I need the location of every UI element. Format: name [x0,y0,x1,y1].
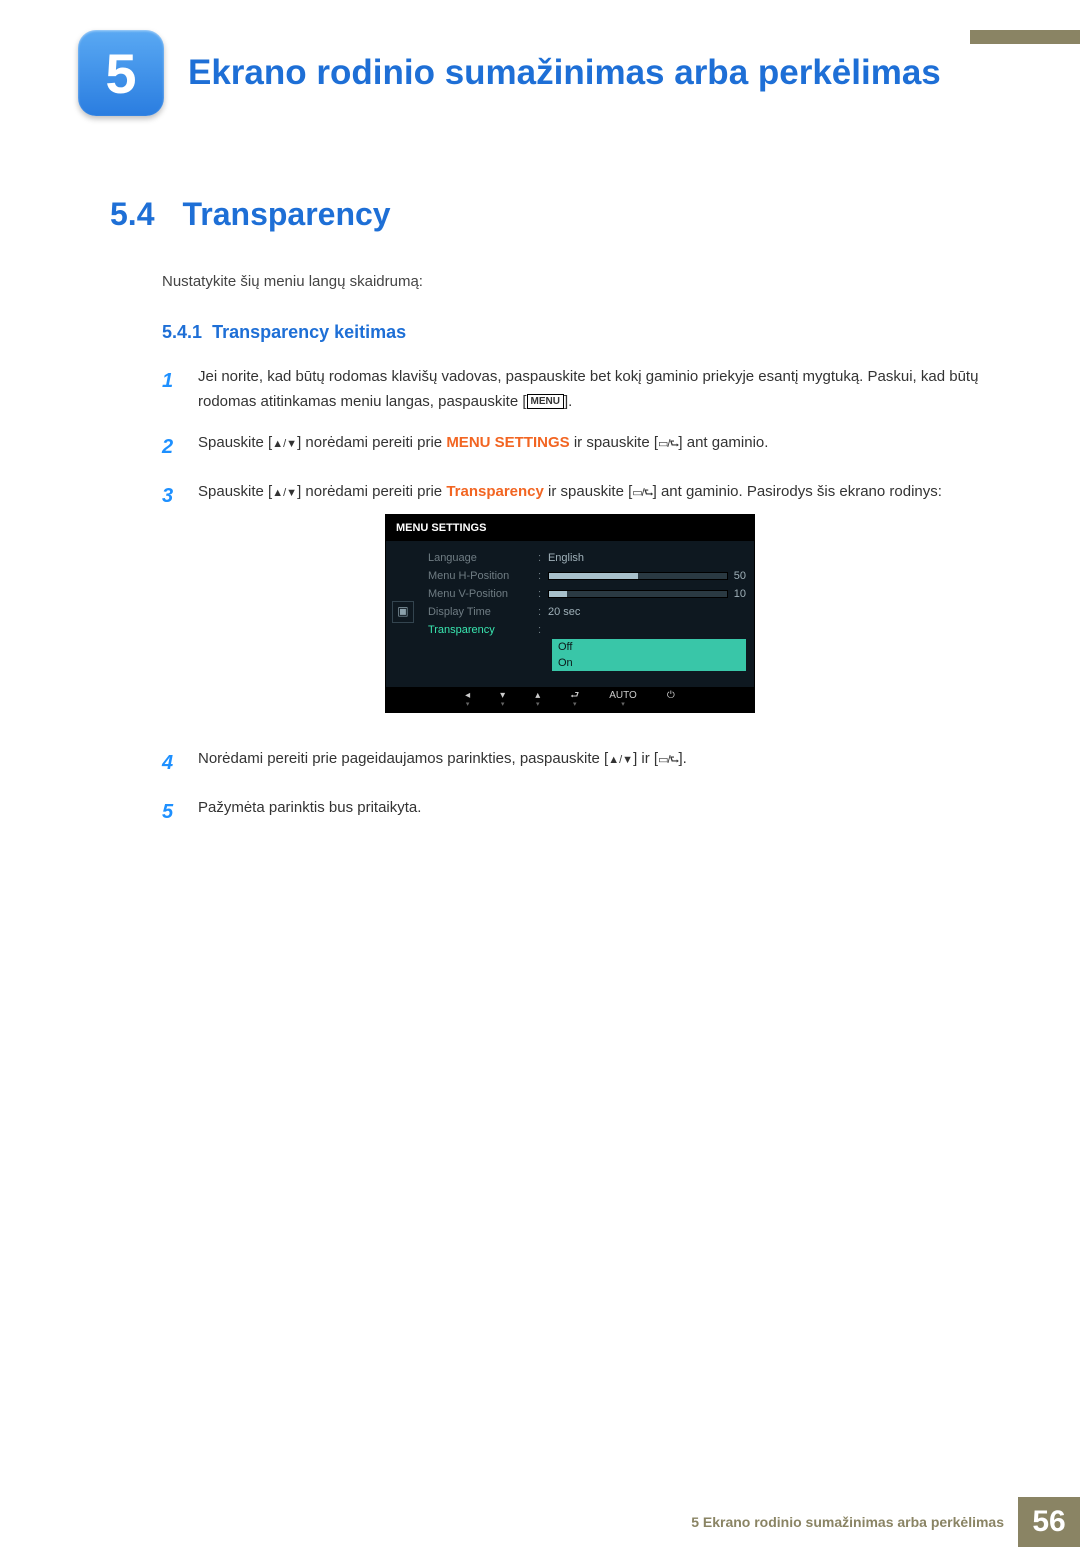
step-number: 5 [162,796,180,829]
step-5: 5 Pažymėta parinktis bus pritaikyta. [162,796,984,829]
osd-row-displaytime: Display Time: 20 sec [420,603,754,621]
osd-option-off: Off [552,639,746,655]
step-text: ] ir [ [633,750,658,767]
osd-row-vpos: Menu V-Position: 10 [420,585,754,603]
osd-option-on: On [552,655,746,671]
step-text: ]. [564,393,572,410]
section-title: Transparency [182,196,390,233]
step-text: ir spauskite [ [570,434,658,451]
select-enter-icon [658,434,678,451]
step-text: Spauskite [ [198,434,272,451]
step-1: 1 Jei norite, kad būtų rodomas klavišų v… [162,365,984,415]
step-text: ] norėdami pereiti prie [297,434,446,451]
step-text: ] norėdami pereiti prie [297,483,446,500]
subsection-heading: 5.4.1 Transparency keitimas [162,322,984,343]
osd-value: 20 sec [548,603,746,621]
chapter-title: Ekrano rodinio sumažinimas arba perkėlim… [188,53,941,93]
osd-options: Off On [544,639,754,679]
transparency-label: Transparency [446,483,544,500]
chapter-header: 5 Ekrano rodinio sumažinimas arba perkėl… [78,30,1080,116]
menu-settings-label: MENU SETTINGS [446,434,569,451]
step-3: 3 Spauskite [ ] norėdami pereiti prie Tra… [162,480,984,732]
step-number: 2 [162,431,180,464]
osd-down-icon: ▾▾ [500,691,505,708]
step-number: 1 [162,365,180,415]
slider-icon [548,572,728,580]
osd-up-icon: ▴▾ [535,691,540,708]
step-number: 4 [162,747,180,780]
osd-power-icon: ⏻ [667,691,675,708]
step-text: Pažymėta parinktis bus pritaikyta. [198,796,421,829]
osd-label: Menu H-Position [428,567,538,585]
osd-auto-label: AUTO▾ [609,691,637,708]
osd-row-hpos: Menu H-Position: 50 [420,567,754,585]
osd-row-transparency: Transparency: [420,621,754,639]
up-down-icon [272,434,297,451]
osd-side-nav: ▣ [386,541,420,687]
osd-label: Display Time [428,603,538,621]
osd-title: MENU SETTINGS [386,515,754,541]
up-down-icon [608,750,633,767]
osd-enter-icon: ⮐▾ [570,691,579,708]
steps-list: 1 Jei norite, kad būtų rodomas klavišų v… [162,365,984,829]
osd-label: Menu V-Position [428,585,538,603]
step-4: 4 Norėdami pereiti prie pageidaujamos pa… [162,747,984,780]
chapter-number-badge: 5 [78,30,164,116]
step-number: 3 [162,480,180,732]
osd-value: 50 [734,567,746,585]
osd-label: Language [428,549,538,567]
step-2: 2 Spauskite [ ] norėdami pereiti prie MEN… [162,431,984,464]
osd-back-icon: ◂▾ [465,691,470,708]
osd-value: English [548,549,746,567]
osd-row-language: Language: English [420,549,754,567]
step-text: ] ant gaminio. [678,434,768,451]
step-text: Spauskite [ [198,483,272,500]
up-down-icon [272,483,297,500]
header-stripe [970,30,1080,44]
step-text: Norėdami pereiti prie pageidaujamos pari… [198,750,608,767]
step-text: ] ant gaminio. Pasirodys šis ekrano rodi… [653,483,942,500]
step-text: ir spauskite [ [544,483,632,500]
osd-screenshot: MENU SETTINGS ▣ Language: English [385,514,755,713]
section-heading: 5.4 Transparency [110,196,984,233]
osd-controls-bar: ◂▾ ▾▾ ▴▾ ⮐▾ AUTO▾ ⏻ [386,687,754,712]
subsection-number: 5.4.1 [162,322,202,342]
osd-label: Transparency [428,621,538,639]
select-enter-icon [658,750,678,767]
osd-nav-icon: ▣ [392,601,414,623]
step-text: ]. [678,750,686,767]
step-text: Jei norite, kad būtų rodomas klavišų vad… [198,368,978,410]
select-enter-icon [632,483,652,500]
slider-icon [548,590,728,598]
osd-value: 10 [734,585,746,603]
footer-text: 5 Ekrano rodinio sumažinimas arba perkėl… [691,1514,1004,1530]
page-footer: 5 Ekrano rodinio sumažinimas arba perkėl… [691,1497,1080,1547]
section-intro: Nustatykite šių meniu langų skaidrumą: [162,273,984,290]
page-number: 56 [1018,1497,1080,1547]
menu-key-icon: MENU [527,394,564,409]
subsection-title: Transparency keitimas [212,322,406,342]
section-number: 5.4 [110,196,154,233]
